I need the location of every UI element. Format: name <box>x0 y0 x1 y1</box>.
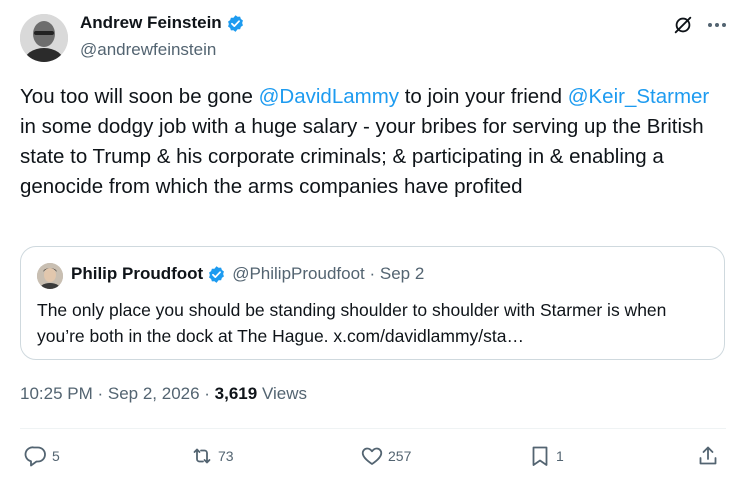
tweet-timestamp-row: 10:25 PM · Sep 2, 2026 · 3,619 Views <box>20 384 307 404</box>
repost-button[interactable]: 73 <box>190 444 234 468</box>
bookmark-count: 1 <box>556 448 564 464</box>
views-label: Views <box>257 384 307 403</box>
tweet-timestamp[interactable]: 10:25 PM · Sep 2, 2026 · <box>20 384 215 403</box>
mention-link[interactable]: @Keir_Starmer <box>568 85 710 108</box>
reply-button[interactable]: 5 <box>24 444 60 468</box>
tweet-text: You too will soon be gone @DavidLammy to… <box>20 82 726 202</box>
quote-author-avatar <box>37 263 63 289</box>
author-name-row: Andrew Feinstein <box>80 13 245 33</box>
more-icon[interactable] <box>706 14 728 36</box>
divider <box>20 428 726 429</box>
tweet-text-segment: You too will soon be gone <box>20 85 259 108</box>
like-button[interactable]: 257 <box>360 444 411 468</box>
author-avatar[interactable] <box>20 14 68 62</box>
quote-handle-date: @PhilipProudfoot · Sep 2 <box>232 264 425 283</box>
repost-count: 73 <box>218 448 234 464</box>
repost-icon <box>193 448 211 464</box>
share-icon <box>699 446 717 465</box>
action-bar: 5 73 257 1 <box>20 440 726 480</box>
share-button[interactable] <box>696 444 720 468</box>
grok-icon[interactable] <box>672 14 694 36</box>
tweet-top-actions <box>672 14 728 36</box>
quote-header: Philip Proudfoot @PhilipProudfoot · Sep … <box>71 264 424 284</box>
reply-count: 5 <box>52 448 60 464</box>
quote-text: The only place you should be standing sh… <box>37 300 667 346</box>
verified-badge-icon <box>209 265 225 283</box>
quote-author-name: Philip Proudfoot <box>71 264 204 283</box>
bookmark-icon <box>532 446 548 466</box>
bookmark-button[interactable]: 1 <box>528 444 564 468</box>
tweet-text-segment: in some dodgy job with a huge salary - y… <box>20 115 704 198</box>
author-display-name[interactable]: Andrew Feinstein <box>80 13 222 33</box>
quoted-tweet[interactable]: Philip Proudfoot @PhilipProudfoot · Sep … <box>20 246 725 360</box>
author-handle[interactable]: @andrewfeinstein <box>80 40 216 60</box>
reply-icon <box>24 446 46 467</box>
views-count: 3,619 <box>214 384 258 403</box>
verified-badge-icon <box>227 14 243 32</box>
like-count: 257 <box>388 448 412 464</box>
like-icon <box>361 447 383 465</box>
mention-link[interactable]: @DavidLammy <box>259 85 399 108</box>
tweet-text-segment: to join your friend <box>399 85 568 108</box>
